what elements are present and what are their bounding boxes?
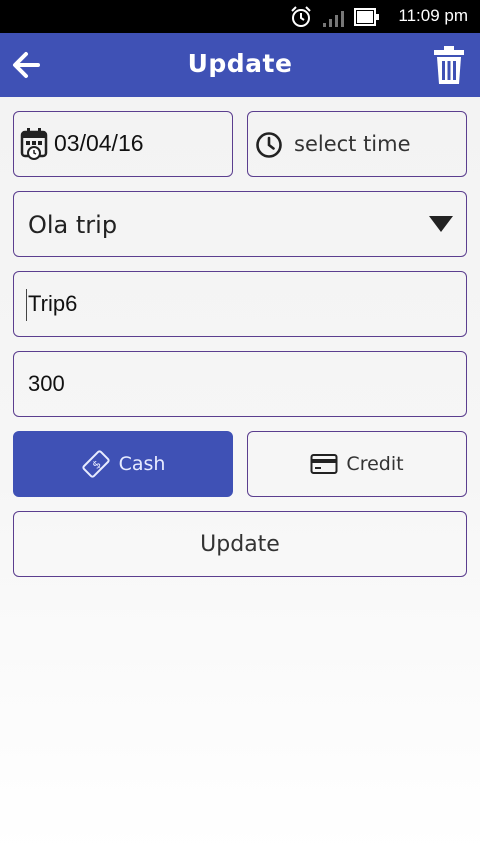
category-select[interactable]: Ola trip [13,191,467,257]
date-value: 03/04/16 [54,130,144,156]
credit-card-icon [310,453,338,475]
cash-icon: $ [81,449,111,479]
credit-label: Credit [346,453,404,475]
update-button[interactable]: Update [13,511,467,577]
text-cursor [26,289,27,321]
update-label: Update [200,531,280,557]
alarm-icon [290,6,312,28]
cash-label: Cash [118,453,166,475]
cash-button[interactable]: $ Cash [13,431,233,497]
title-input[interactable]: Trip6 [13,271,467,337]
delete-button[interactable] [432,45,466,85]
calendar-icon [20,127,48,161]
battery-icon [354,8,380,26]
amount-input[interactable]: 300 [13,351,467,417]
app-bar: Update [0,33,480,97]
date-field[interactable]: 03/04/16 [13,111,233,177]
time-placeholder: select time [294,132,411,156]
status-time: 11:09 pm [398,6,468,25]
time-field[interactable]: select time [247,111,467,177]
title-value: Trip6 [28,291,78,316]
credit-button[interactable]: Credit [247,431,467,497]
category-value: Ola trip [28,211,118,239]
clock-icon [255,131,283,159]
dropdown-arrow-icon [428,214,454,234]
status-bar: 11:09 pm [0,0,480,33]
amount-value: 300 [28,371,65,396]
trash-icon [432,45,466,85]
signal-icon [322,8,346,28]
svg-text:$: $ [89,458,103,472]
page-title: Update [187,49,293,78]
